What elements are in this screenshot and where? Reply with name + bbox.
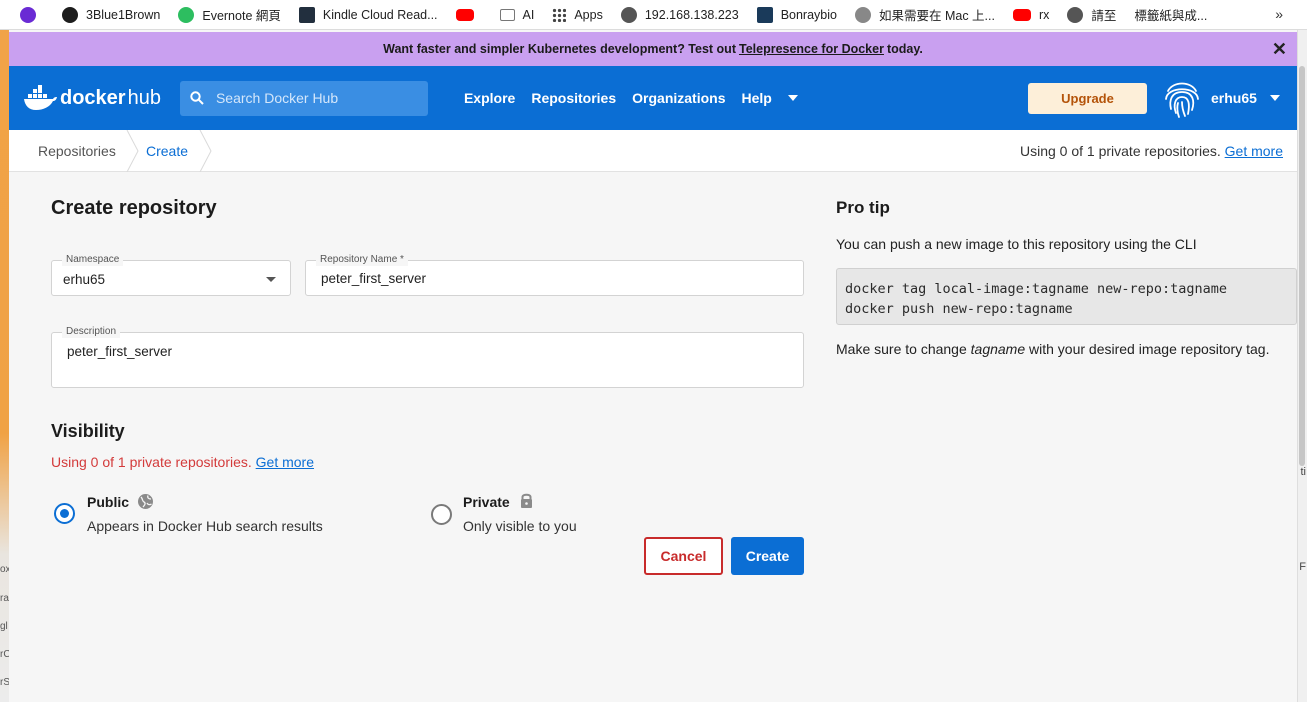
code-line: docker tag local-image:tagname new-repo:…: [845, 281, 1228, 297]
description-textarea[interactable]: Description peter_first_server: [51, 326, 804, 388]
repository-name-input[interactable]: Repository Name * peter_first_server: [305, 254, 804, 296]
description-label: Description: [62, 326, 121, 338]
scrollbar-track[interactable]: [1297, 30, 1307, 702]
get-more-link[interactable]: Get more: [256, 454, 314, 470]
scrollbar-thumb[interactable]: [1299, 66, 1305, 466]
bookmark-kindle[interactable]: Kindle Cloud Read...: [298, 6, 438, 23]
bonraybio-icon: [756, 6, 773, 23]
cli-code-block[interactable]: docker tag local-image:tagname new-repo:…: [836, 268, 1297, 325]
nav-repositories[interactable]: Repositories: [531, 90, 616, 106]
private-radio[interactable]: [431, 504, 452, 525]
pro-tip-intro: You can push a new image to this reposit…: [836, 236, 1197, 252]
docker-whale-icon: [24, 85, 57, 110]
private-title[interactable]: Private: [463, 494, 510, 510]
private-description: Only visible to you: [463, 518, 577, 534]
public-title[interactable]: Public: [87, 494, 129, 510]
search-placeholder: Search Docker Hub: [215, 90, 339, 106]
bookmark-icon: [20, 6, 36, 23]
namespace-select[interactable]: Namespace erhu65: [51, 254, 291, 296]
desktop-fragment: rC: [0, 649, 9, 660]
promo-text: Want faster and simpler Kubernetes devel…: [383, 42, 736, 56]
bookmarks-bar: 3Blue1Brown Evernote 網頁 Kindle Cloud Rea…: [0, 0, 1307, 30]
chevron-down-icon[interactable]: [787, 95, 798, 101]
breadcrumb-repositories[interactable]: Repositories: [38, 143, 116, 159]
search-input[interactable]: Search Docker Hub: [179, 80, 428, 116]
bookmark-ip[interactable]: 192.168.138.223: [620, 6, 739, 23]
desktop-fragment: rS: [0, 677, 9, 688]
chevron-down-icon[interactable]: [1270, 95, 1280, 101]
bookmarks-overflow-button[interactable]: »: [1275, 6, 1283, 22]
breadcrumb-separator-icon: [126, 130, 139, 172]
bookmark-apps[interactable]: Apps: [552, 7, 603, 22]
bookmark-bonraybio[interactable]: Bonraybio: [756, 6, 837, 23]
namespace-value: erhu65: [63, 272, 106, 287]
bookmark-3blue1brown[interactable]: 3Blue1Brown: [62, 6, 160, 23]
youtube-icon: [1012, 8, 1031, 21]
search-icon: [190, 91, 204, 105]
namespace-label: Namespace: [62, 254, 124, 266]
code-line: docker push new-repo:tagname: [845, 301, 1073, 317]
top-nav: docker hub Search Docker Hub Explore Rep…: [9, 66, 1297, 130]
nav-organizations[interactable]: Organizations: [632, 90, 725, 106]
desktop-fragment: gl: [0, 621, 8, 632]
main-nav: Explore Repositories Organizations Help: [464, 90, 798, 106]
folder-icon: [499, 8, 515, 21]
bookmark-labels[interactable]: 標籤紙與成...: [1134, 5, 1207, 24]
desktop-fragment: ra: [0, 593, 9, 604]
bookmark-mac[interactable]: 如果需要在 Mac 上...: [854, 5, 995, 24]
description-value: peter_first_server: [67, 344, 173, 359]
repository-name-label: Repository Name *: [316, 254, 408, 266]
private-repo-usage: Using 0 of 1 private repositories. Get m…: [1019, 143, 1283, 159]
bookmark-qing-zhi[interactable]: 請至: [1067, 5, 1116, 24]
bookmark-evernote[interactable]: Evernote 網頁: [178, 5, 281, 24]
kindle-icon: [298, 6, 315, 23]
page-title: Create repository: [51, 197, 217, 219]
upgrade-button[interactable]: Upgrade: [1028, 83, 1147, 114]
breadcrumb: Repositories Create Using 0 of 1 private…: [9, 130, 1297, 172]
breadcrumb-create[interactable]: Create: [146, 143, 188, 159]
docker-hub-logo[interactable]: docker hub: [23, 85, 161, 111]
window-fragment: F: [1299, 561, 1306, 573]
bookmark-ai-folder[interactable]: AI: [499, 8, 534, 22]
nav-explore[interactable]: Explore: [464, 90, 515, 106]
bookmark-youtube[interactable]: [455, 8, 482, 21]
desktop-fragment: ox: [0, 564, 9, 575]
pro-tip-title: Pro tip: [836, 198, 890, 217]
public-description: Appears in Docker Hub search results: [87, 518, 323, 534]
youtube-icon: [455, 8, 474, 21]
pro-tip-note: Make sure to change tagname with your de…: [836, 341, 1270, 357]
visibility-usage: Using 0 of 1 private repositories. Get m…: [51, 454, 315, 470]
window-fragment: ti: [1300, 466, 1307, 478]
breadcrumb-separator-icon: [199, 130, 212, 172]
bookmark-favicon[interactable]: [20, 6, 44, 23]
chevron-down-icon: [266, 277, 276, 282]
apps-grid-icon: [552, 7, 567, 22]
logo-docker-text: docker: [60, 86, 126, 109]
nav-help[interactable]: Help: [742, 90, 772, 106]
promo-text-end: today.: [886, 42, 923, 56]
globe-icon: [620, 6, 637, 23]
promo-link[interactable]: Telepresence for Docker: [739, 42, 884, 56]
evernote-icon: [178, 6, 195, 23]
public-radio[interactable]: [54, 503, 75, 524]
fingerprint-avatar-icon[interactable]: [1161, 77, 1203, 119]
username[interactable]: erhu65: [1211, 90, 1257, 106]
promo-banner: Want faster and simpler Kubernetes devel…: [9, 32, 1297, 66]
globe-icon: [1067, 6, 1084, 23]
lock-icon: [521, 493, 532, 508]
logo-hub-text: hub: [127, 86, 161, 109]
bookmark-icon: [62, 6, 78, 23]
cancel-button[interactable]: Cancel: [644, 537, 723, 575]
create-button[interactable]: Create: [731, 537, 804, 575]
bookmark-rx[interactable]: rx: [1012, 8, 1049, 22]
close-icon[interactable]: ✕: [1272, 39, 1287, 60]
apple-icon: [854, 6, 871, 23]
repository-name-value: peter_first_server: [321, 271, 427, 286]
globe-icon: [138, 494, 153, 509]
visibility-heading: Visibility: [51, 421, 125, 441]
get-more-link[interactable]: Get more: [1225, 143, 1283, 159]
tagname-emphasis: tagname: [970, 341, 1026, 357]
